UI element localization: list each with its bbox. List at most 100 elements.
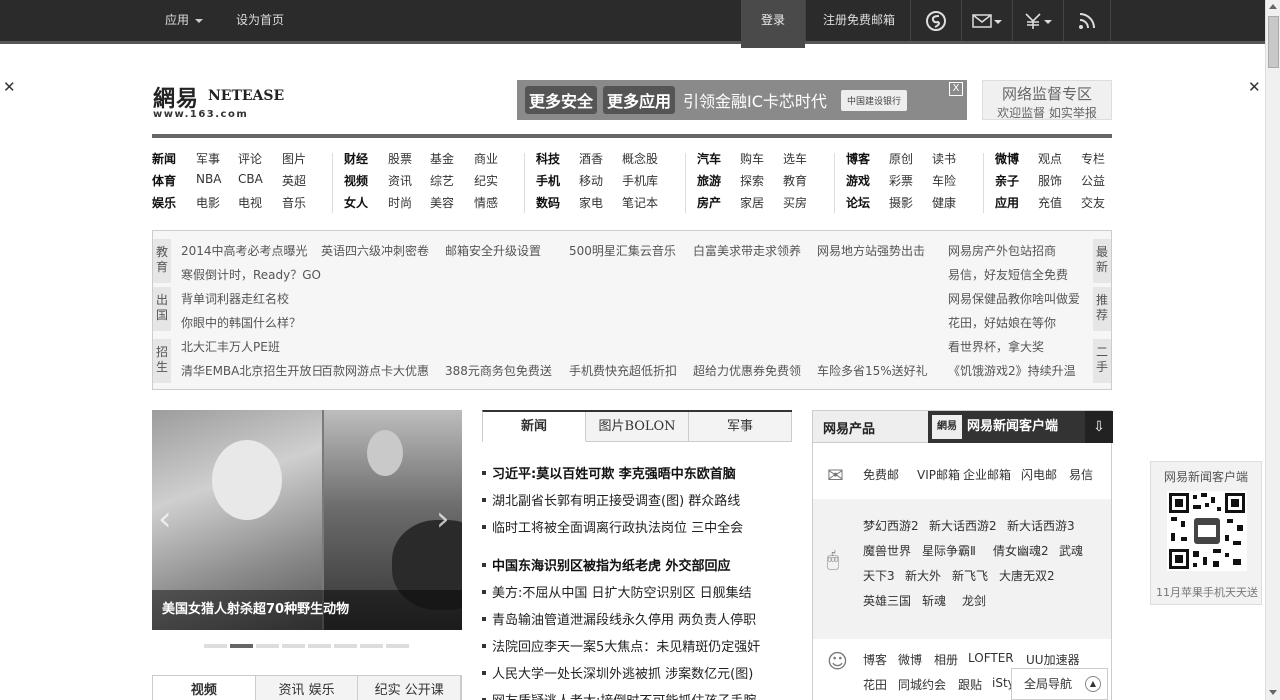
report-box[interactable]: 网络监督专区 欢迎监督 如实举报 (982, 80, 1112, 120)
product-link[interactable]: 新大外 (905, 567, 941, 584)
nav-link[interactable]: 服饰 (1038, 172, 1062, 189)
product-link[interactable]: VIP邮箱 (917, 466, 960, 483)
nav-link[interactable]: 体育 (152, 172, 176, 189)
nav-link[interactable]: 科技 (536, 150, 560, 167)
close-left-ad-icon[interactable]: ✕ (3, 80, 16, 95)
ad-link[interactable]: 看世界杯，拿大奖 (948, 338, 1044, 355)
nav-link[interactable]: 房产 (697, 194, 721, 211)
login-button[interactable]: 登录 (741, 0, 805, 48)
product-link[interactable]: 易信 (1069, 466, 1093, 483)
tab-video[interactable]: 视频 (153, 676, 256, 700)
nav-link[interactable]: 时尚 (388, 194, 412, 211)
nav-link[interactable]: 笔记本 (622, 194, 658, 211)
product-link[interactable]: 新大话西游2 (929, 517, 997, 534)
nav-link[interactable]: 美容 (430, 194, 454, 211)
tab-military[interactable]: 军事 (689, 412, 792, 442)
slider-dot[interactable] (334, 644, 357, 648)
product-link[interactable]: 微博 (898, 651, 922, 668)
ad-link[interactable]: 清华EMBA北京招生开放日 (181, 362, 323, 379)
nav-link[interactable]: 数码 (536, 194, 560, 211)
nav-link[interactable]: 家居 (740, 194, 764, 211)
nav-link[interactable]: 充值 (1038, 194, 1062, 211)
news-headline[interactable]: 临时工将被全面调离行政执法岗位 三中全会 (482, 517, 743, 536)
nav-link[interactable]: 彩票 (889, 172, 913, 189)
news-headline[interactable]: 习近平:莫以百姓可欺 李克强晤中东欧首脑 (482, 463, 736, 482)
rss-icon[interactable] (1064, 0, 1110, 41)
qr-promo[interactable]: 11月苹果手机天天送 (1151, 584, 1263, 600)
nav-link[interactable]: 综艺 (430, 172, 454, 189)
nav-link[interactable]: 酒香 (579, 150, 603, 167)
nav-link[interactable]: 旅游 (697, 172, 721, 189)
nav-link[interactable]: CBA (238, 172, 263, 186)
register-email-link[interactable]: 注册免费邮箱 (823, 0, 895, 41)
nav-link[interactable]: 家电 (579, 194, 603, 211)
banner-close-icon[interactable]: X (949, 82, 963, 96)
ad-link[interactable]: 寒假倒计时，Ready？GO (181, 266, 321, 283)
slider-prev-icon[interactable]: ‹ (158, 502, 172, 536)
ad-link[interactable]: 易信，好友短信全免费 (948, 266, 1068, 283)
nav-link[interactable]: 英超 (282, 172, 306, 189)
ad-link[interactable]: 车险多省15%送好礼 (817, 362, 928, 379)
apps-menu[interactable]: 应用 (165, 0, 204, 41)
tab-pictures[interactable]: 图片BOLON (586, 412, 689, 442)
scrollbar-thumb[interactable] (1268, 16, 1279, 68)
product-link[interactable]: 闪电邮 (1021, 466, 1057, 483)
nav-link[interactable]: 音乐 (282, 194, 306, 211)
product-link[interactable]: 星际争霸Ⅱ (922, 542, 976, 559)
nav-link[interactable]: 选车 (783, 150, 807, 167)
nav-link[interactable]: 手机 (536, 172, 560, 189)
product-link[interactable]: 花田 (863, 676, 887, 693)
netease-s-icon[interactable] (911, 0, 961, 41)
nav-link[interactable]: 购车 (740, 150, 764, 167)
product-link[interactable]: 企业邮箱 (963, 466, 1011, 483)
scrollbar[interactable] (1265, 0, 1280, 700)
tab-documentary[interactable]: 纪实 公开课 (358, 676, 462, 700)
nav-link[interactable]: 摄影 (889, 194, 913, 211)
product-link[interactable]: 同城约会 (898, 676, 946, 693)
news-headline[interactable]: 青岛输油管道泄漏段线永久停用 两负责人停职 (482, 609, 756, 628)
nav-link[interactable]: 商业 (474, 150, 498, 167)
scroll-down-arrow-icon[interactable] (1269, 690, 1277, 695)
tab-news[interactable]: 新闻 (483, 412, 586, 442)
product-link[interactable]: 倩女幽魂2 (993, 542, 1049, 559)
ad-link[interactable]: 网易保健品教你啥叫做爱 (948, 290, 1080, 307)
nav-link[interactable]: 微博 (995, 150, 1019, 167)
close-right-ad-icon[interactable]: ✕ (1248, 80, 1261, 95)
nav-link[interactable]: 概念股 (622, 150, 658, 167)
nav-link[interactable]: 电视 (238, 194, 262, 211)
photo-slider[interactable]: ‹ › 美国女猎人射杀超70种野生动物 (152, 410, 462, 630)
nav-link[interactable]: 读书 (932, 150, 956, 167)
nav-link[interactable]: 财经 (344, 150, 368, 167)
slider-dot[interactable] (308, 644, 331, 648)
product-link[interactable]: 龙剑 (962, 592, 986, 609)
product-link[interactable]: 英雄三国 (863, 592, 911, 609)
news-headline[interactable]: 美方:不屈从中国 日扩大防空识别区 日舰集结 (482, 582, 752, 601)
slider-dot[interactable] (256, 644, 279, 648)
ad-link[interactable]: 花田，好姑娘在等你 (948, 314, 1056, 331)
slider-dot[interactable] (386, 644, 409, 648)
product-link[interactable]: 天下3 (863, 567, 895, 584)
nav-link[interactable]: 游戏 (846, 172, 870, 189)
nav-link[interactable]: 原创 (889, 150, 913, 167)
nav-link[interactable]: 博客 (846, 150, 870, 167)
nav-link[interactable]: 专栏 (1081, 150, 1105, 167)
news-headline[interactable]: 湖北副省长郭有明正接受调查(图) 群众路线 (482, 490, 740, 509)
yen-icon[interactable] (1013, 0, 1063, 41)
slider-dot[interactable] (282, 644, 305, 648)
nav-link[interactable]: 娱乐 (152, 194, 176, 211)
slider-dot-active[interactable] (230, 644, 253, 648)
ad-link[interactable]: 百款网游点卡大优惠 (321, 362, 429, 379)
set-homepage-link[interactable]: 设为首页 (236, 0, 284, 41)
nav-link[interactable]: 健康 (932, 194, 956, 211)
slider-dot[interactable] (204, 644, 227, 648)
ad-link[interactable]: 你眼中的韩国什么样？ (181, 314, 301, 331)
qr-panel[interactable]: 网易新闻客户端 11月苹果手机天天送 (1150, 461, 1262, 605)
product-link[interactable]: 斩魂 (922, 592, 946, 609)
nav-link[interactable]: 探索 (740, 172, 764, 189)
product-link[interactable]: 跟贴 (958, 676, 982, 693)
product-link[interactable]: 博客 (863, 651, 887, 668)
nav-link[interactable]: 车险 (932, 172, 956, 189)
nav-link[interactable]: 公益 (1081, 172, 1105, 189)
news-headline[interactable]: 法院回应李天一案5大焦点：未见精斑仍定强奸 (482, 636, 760, 655)
product-link[interactable]: 魔兽世界 (863, 542, 911, 559)
